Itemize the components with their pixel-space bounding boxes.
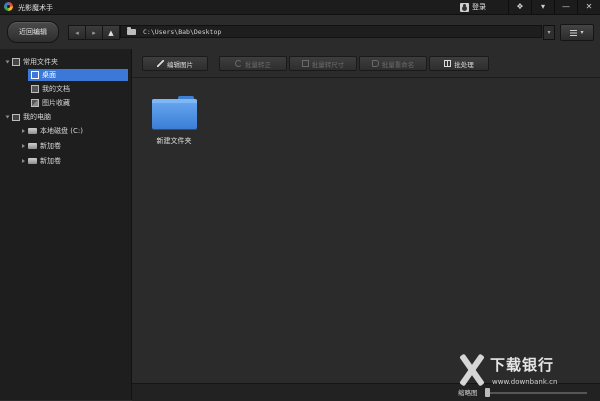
login-label: 登录: [472, 3, 486, 11]
drive-icon: [28, 143, 37, 149]
expand-arrow-icon[interactable]: [5, 60, 10, 64]
batch-rotate-button[interactable]: 批量转正: [219, 56, 287, 71]
tree-item-label: 新加卷: [40, 157, 61, 165]
resize-icon: [301, 60, 309, 67]
toolbar: 近回编辑 ◂ ▸ ▲ C:\Users\Bab\Desktop ▾ ▾: [0, 15, 600, 47]
tree-item-documents[interactable]: 我的文档: [31, 83, 70, 95]
drive-icon: [28, 128, 37, 134]
up-button[interactable]: ▲: [102, 25, 120, 40]
tree-item-label: 桌面: [42, 71, 56, 79]
expand-arrow-icon[interactable]: [22, 144, 25, 148]
batch-rotate-label: 批量转正: [245, 60, 271, 69]
minimize-button[interactable]: —: [554, 0, 577, 14]
forward-button[interactable]: ▸: [85, 25, 103, 40]
view-mode-button[interactable]: ▾: [560, 24, 594, 41]
pin-button[interactable]: ❖: [508, 0, 531, 14]
address-dropdown-button[interactable]: ▾: [543, 25, 555, 40]
watermark-title: 下载银行: [490, 356, 555, 374]
batch-resize-button[interactable]: 批量转尺寸: [289, 56, 357, 71]
menu-button[interactable]: ▾: [531, 0, 554, 14]
folder-icon: [152, 96, 197, 129]
tree-item-label: 常用文件夹: [23, 58, 58, 66]
tree-item-drive-e[interactable]: 新加卷: [22, 155, 61, 167]
file-item[interactable]: 新建文件夹: [147, 96, 201, 156]
folder-tree-sidebar: 常用文件夹 桌面 我的文档 图片收藏 我的电脑 本地磁盘 (C:) 新加卷 新加…: [0, 49, 132, 400]
batch-process-button[interactable]: 批处理: [429, 56, 489, 71]
tree-item-label: 图片收藏: [42, 99, 70, 107]
batch-resize-label: 批量转尺寸: [311, 60, 345, 69]
pictures-icon: [31, 99, 39, 107]
batch-rename-label: 批量重命名: [381, 60, 415, 69]
watermark-logo-icon: [456, 352, 488, 388]
expand-arrow-icon[interactable]: [22, 159, 25, 163]
watermark: 下载银行 www.downbank.cn: [456, 350, 600, 400]
tree-item-label: 我的电脑: [23, 113, 51, 121]
tree-item-label: 本地磁盘 (C:): [40, 127, 83, 135]
rotate-icon: [235, 60, 242, 67]
batch-rename-button[interactable]: 批量重命名: [359, 56, 427, 71]
tag-icon: [371, 60, 379, 67]
tree-item-drive-c[interactable]: 本地磁盘 (C:): [22, 125, 83, 137]
user-icon: [460, 2, 469, 12]
tree-item-label: 新加卷: [40, 142, 61, 150]
documents-icon: [31, 85, 39, 93]
tree-item-desktop[interactable]: 桌面: [28, 69, 128, 81]
file-item-name: 新建文件夹: [156, 137, 192, 145]
favorites-folder-icon: [12, 58, 20, 66]
batch-icon: [444, 60, 452, 67]
pencil-icon: [157, 60, 164, 67]
expand-arrow-icon[interactable]: [5, 115, 10, 119]
app-logo-icon: [4, 2, 13, 11]
recent-edit-button[interactable]: 近回编辑: [7, 21, 59, 43]
batch-process-label: 批处理: [454, 60, 474, 69]
folder-icon: [127, 27, 136, 35]
window-controls: ❖ ▾ — ✕: [508, 0, 600, 14]
title-bar: 光影魔术手 登录 ❖ ▾ — ✕: [0, 0, 600, 15]
tree-item-pictures[interactable]: 图片收藏: [31, 97, 70, 109]
tree-item-label: 我的文档: [42, 85, 70, 93]
computer-icon: [12, 113, 20, 121]
drive-icon: [28, 158, 37, 164]
app-title: 光影魔术手: [18, 4, 53, 12]
edit-image-button[interactable]: 编辑图片: [142, 56, 208, 71]
back-button[interactable]: ◂: [68, 25, 86, 40]
watermark-url: www.downbank.cn: [492, 378, 558, 386]
action-bar: 编辑图片 批量转正 批量转尺寸 批量重命名 批处理: [132, 49, 600, 78]
tree-item-favorites[interactable]: 常用文件夹: [5, 56, 58, 68]
login-button[interactable]: 登录: [460, 0, 486, 14]
edit-image-label: 编辑图片: [167, 60, 193, 69]
tree-item-computer[interactable]: 我的电脑: [5, 111, 51, 123]
file-browser-content: 编辑图片 批量转正 批量转尺寸 批量重命名 批处理 新建文件夹: [132, 49, 600, 400]
list-view-icon: [570, 29, 578, 36]
expand-arrow-icon[interactable]: [22, 129, 25, 133]
close-button[interactable]: ✕: [577, 0, 600, 14]
desktop-icon: [31, 71, 39, 79]
address-input[interactable]: C:\Users\Bab\Desktop: [120, 25, 542, 38]
tree-item-drive-d[interactable]: 新加卷: [22, 140, 61, 152]
view-mode-arrow: ▾: [580, 29, 584, 36]
